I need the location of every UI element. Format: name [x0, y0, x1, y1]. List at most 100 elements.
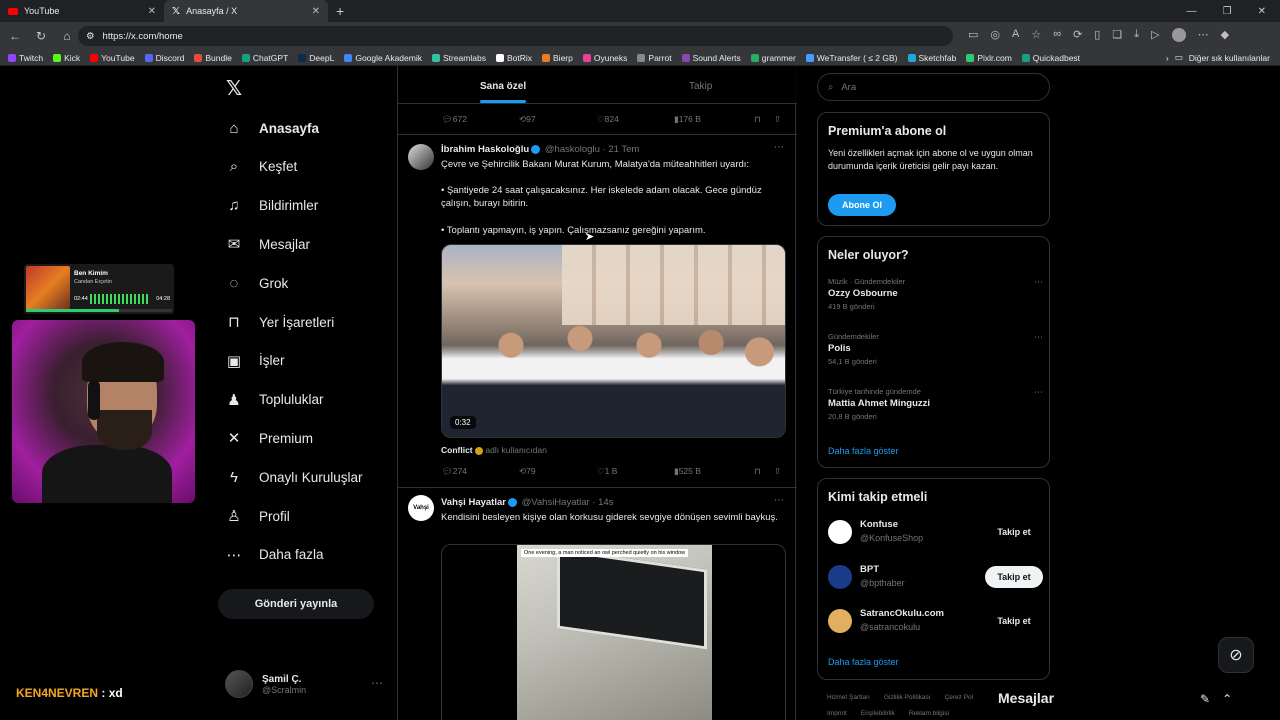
nav-item-search[interactable]: ⌕ Keşfet	[225, 155, 297, 179]
like-button[interactable]: ♡ 1 B	[597, 466, 617, 477]
footer-link[interactable]: Çerez Pol	[945, 694, 974, 701]
nav-item-briefcase[interactable]: ▣ İşler	[225, 349, 285, 373]
bookmark-item[interactable]: BotRix	[495, 53, 532, 63]
tracking-icon[interactable]: ◎	[990, 28, 1000, 42]
more-dots-icon[interactable]: ⋯	[1034, 277, 1043, 288]
subscribe-button[interactable]: Abone Ol	[828, 194, 896, 216]
site-info-icon[interactable]: ⚙	[86, 31, 95, 42]
tweet-time[interactable]: 14s	[598, 497, 613, 508]
avatar[interactable]	[828, 564, 852, 589]
chevron-up-icon[interactable]: ⌃	[1222, 692, 1232, 706]
avatar[interactable]	[408, 144, 434, 170]
chevron-right-icon[interactable]: ›	[1166, 53, 1169, 63]
post-button[interactable]: Gönderi yayınla	[218, 589, 374, 619]
tweet[interactable]: İbrahim Haskoloğlu @haskologlu · 21 Tem …	[398, 134, 797, 486]
read-aloud-icon[interactable]: A	[1012, 28, 1019, 42]
repost-button[interactable]: ⟲ 97	[519, 114, 536, 125]
bookmark-item[interactable]: Bierp	[542, 53, 573, 63]
nav-item-x-premium[interactable]: ✕ Premium	[225, 426, 313, 450]
bookmark-item[interactable]: Google Akademik	[344, 53, 422, 63]
follow-suggestion[interactable]: Konfuse @KonfuseShop Takip et	[828, 517, 1043, 549]
bookmark-item[interactable]: Sketchfab	[907, 53, 956, 63]
bookmark-item[interactable]: Streamlabs	[431, 53, 486, 63]
nav-item-communities[interactable]: ♟ Topluluklar	[225, 388, 323, 412]
repost-button[interactable]: ⟲ 79	[519, 466, 536, 477]
views-button[interactable]: ▮ 525 B	[674, 466, 701, 477]
reload-icon[interactable]: ↻	[30, 29, 52, 43]
tweet-video[interactable]: 0:32	[441, 244, 786, 438]
who-show-more[interactable]: Daha fazla göster	[828, 657, 899, 667]
tab-for-you[interactable]: Sana özel	[480, 81, 526, 92]
tweet[interactable]: Vahşi Vahşi Hayatlar @VahsiHayatlar · 14…	[398, 487, 797, 720]
other-bookmarks[interactable]: › ▭ Diğer sık kullanılanlar	[1166, 52, 1270, 63]
views-button[interactable]: ▮ 176 B	[674, 114, 701, 125]
close-tab-icon[interactable]: ✕	[148, 6, 156, 17]
bookmark-item[interactable]: Discord	[144, 53, 184, 63]
collections-icon[interactable]: ❏	[1112, 28, 1122, 42]
follow-suggestion[interactable]: SatrancOkulu.com @satrancokulu Takip et	[828, 606, 1043, 638]
messages-drawer-title[interactable]: Mesajlar	[998, 690, 1054, 706]
bookmark-icon[interactable]: ⊓	[754, 466, 761, 477]
tab-following[interactable]: Takip	[689, 81, 712, 92]
download-icon[interactable]: ⤓	[1134, 28, 1139, 42]
reply-button[interactable]: 💬︎ 274	[442, 466, 467, 477]
bookmark-item[interactable]: ChatGPT	[241, 53, 288, 63]
browser-tab-youtube[interactable]: YouTube ✕	[0, 0, 164, 22]
home-browser-icon[interactable]: ⌂	[56, 29, 78, 43]
menu-dots-icon[interactable]: ⋯	[1198, 28, 1209, 42]
footer-link[interactable]: Reklam bilgisi	[909, 710, 949, 717]
close-window-icon[interactable]: ✕	[1258, 6, 1266, 17]
minimize-icon[interactable]: —	[1187, 6, 1197, 17]
avatar[interactable]: Vahşi	[408, 495, 434, 521]
trend-item[interactable]: Türkiye tarihinde gündemde Mattia Ahmet M…	[828, 387, 1043, 421]
footer-link[interactable]: Gizlilik Politikası	[884, 694, 931, 701]
author-name[interactable]: İbrahim Haskoloğlu	[441, 144, 529, 155]
x-logo-icon[interactable]: 𝕏	[226, 76, 242, 101]
nav-item-more-circle[interactable]: ⋯ Daha fazla	[225, 543, 324, 567]
favorite-star-icon[interactable]: ☆	[1031, 28, 1041, 42]
close-tab-icon[interactable]: ✕	[312, 6, 320, 17]
refresh-ext-icon[interactable]: ⟳	[1073, 28, 1082, 42]
bookmark-item[interactable]: YouTube	[90, 53, 135, 63]
compose-message-icon[interactable]: ✎	[1200, 692, 1210, 706]
account-switcher[interactable]: Şamil Ç. @Scralmin ⋯	[225, 670, 383, 698]
address-bar[interactable]: ⚙ https://x.com/home	[78, 26, 953, 46]
browser-tab-x[interactable]: 𝕏 Anasayfa / X ✕	[164, 0, 328, 22]
bookmark-item[interactable]: grammer	[750, 53, 796, 63]
nav-item-mail[interactable]: ✉ Mesajlar	[225, 232, 310, 256]
browser-profile-avatar[interactable]	[1171, 28, 1186, 42]
footer-link[interactable]: Hizmet Şartları	[827, 694, 870, 701]
author-handle[interactable]: @VahsiHayatlar	[522, 497, 590, 508]
more-dots-icon[interactable]: ⋯	[371, 676, 383, 690]
nav-item-bell[interactable]: ♫ Bildirimler	[225, 194, 318, 218]
follow-suggestion[interactable]: BPT @bpthaber Takip et	[828, 562, 1043, 594]
follow-button[interactable]: Takip et	[985, 565, 1043, 588]
bookmark-item[interactable]: Sound Alerts	[681, 53, 741, 63]
source-attribution[interactable]: Conflict adlı kullanıcıdan	[441, 445, 547, 455]
bookmark-icon[interactable]: ⊓	[754, 114, 761, 125]
search-input[interactable]: ⌕ Ara	[817, 73, 1050, 101]
bookmark-item[interactable]: Twitch	[8, 53, 43, 63]
back-icon[interactable]: ←	[4, 29, 26, 43]
avatar[interactable]	[828, 609, 852, 633]
more-dots-icon[interactable]: ⋯	[1034, 332, 1043, 343]
bookmark-item[interactable]: Kick	[53, 53, 80, 63]
share-icon[interactable]: ⇧	[774, 114, 781, 125]
nav-item-grok[interactable]: ◌ Grok	[225, 271, 289, 295]
bookmark-item[interactable]: Parrot	[637, 53, 672, 63]
install-app-icon[interactable]: ▭	[968, 28, 978, 42]
more-dots-icon[interactable]: ⋯	[1034, 387, 1043, 398]
reply-button[interactable]: 💬︎ 672	[442, 114, 467, 125]
play-icon[interactable]: ▷	[1151, 28, 1159, 42]
follow-button[interactable]: Takip et	[985, 610, 1043, 632]
nav-item-profile[interactable]: ♙ Profil	[225, 504, 290, 528]
extension-icon[interactable]: ∞	[1053, 28, 1061, 42]
bookmark-item[interactable]: Pixlr.com	[966, 53, 1012, 63]
bookmark-item[interactable]: DeepL	[298, 53, 334, 63]
nav-item-lightning[interactable]: ϟ Onaylı Kuruluşlar	[225, 465, 363, 489]
more-dots-icon[interactable]: ⋯	[774, 495, 784, 506]
nav-item-bookmark[interactable]: ⊓ Yer İşaretleri	[225, 310, 334, 334]
avatar[interactable]	[828, 520, 852, 544]
share-icon[interactable]: ⇧	[774, 466, 781, 477]
tweet-time[interactable]: 21 Tem	[608, 144, 639, 155]
